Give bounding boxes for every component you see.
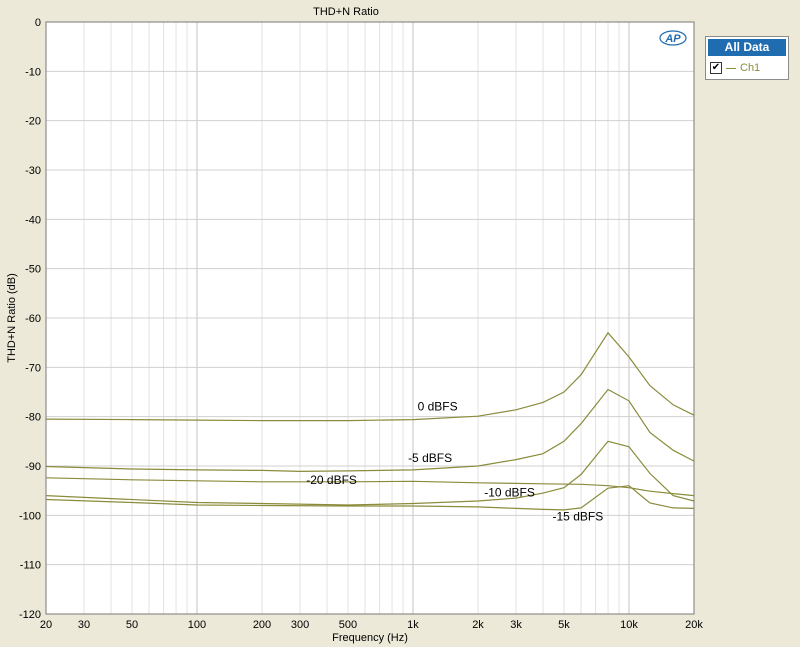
ap-logo-text: AP [664, 33, 681, 45]
y-tick-label: -120 [19, 609, 41, 621]
y-tick-label: -90 [25, 461, 41, 473]
x-tick-label: 10k [620, 619, 638, 631]
y-tick-label: -100 [19, 510, 41, 522]
x-tick-label: 20k [685, 619, 703, 631]
chart-title: THD+N Ratio [313, 6, 379, 18]
ch1-line-swatch [726, 67, 736, 69]
series-annotation: -5 dBFS [408, 451, 452, 465]
ch1-label: Ch1 [740, 62, 761, 74]
x-tick-label: 1k [407, 619, 419, 631]
x-tick-label: 2k [472, 619, 484, 631]
x-axis-label: Frequency (Hz) [332, 632, 408, 644]
y-tick-label: -20 [25, 116, 41, 128]
series-annotation: 0 dBFS [418, 400, 458, 414]
series-annotation: -20 dBFS [306, 473, 357, 487]
x-tick-label: 300 [291, 619, 309, 631]
y-tick-label: -110 [20, 560, 41, 572]
x-tick-label: 5k [558, 619, 570, 631]
y-tick-label: 0 [35, 17, 41, 29]
thd-n-chart: 0 dBFS -5 dBFS -20 dBFS -10 dBFS -15 dBFS 0 -… [6, 6, 703, 644]
y-tick-label: -10 [25, 66, 41, 78]
y-tick-label: -50 [25, 264, 41, 276]
x-tick-label: 500 [339, 619, 357, 631]
ch1-checkbox[interactable]: ✔ [710, 62, 722, 74]
y-tick-label: -70 [25, 362, 41, 374]
series-annotation: -10 dBFS [484, 486, 535, 500]
y-tick-label: -60 [25, 313, 41, 325]
y-axis-label: THD+N Ratio (dB) [6, 273, 18, 363]
x-tick-label: 30 [78, 619, 90, 631]
legend-item-ch1[interactable]: ✔ Ch1 [710, 60, 760, 76]
x-tick-label: 3k [510, 619, 522, 631]
legend-panel: All Data ✔ Ch1 [705, 36, 789, 80]
y-tick-label: -40 [25, 214, 41, 226]
series-annotation: -15 dBFS [553, 509, 604, 523]
x-tick-label: 200 [253, 619, 271, 631]
legend-header[interactable]: All Data [708, 39, 786, 56]
y-tick-label: -30 [25, 165, 41, 177]
x-tick-label: 50 [126, 619, 138, 631]
x-tick-label: 100 [188, 619, 206, 631]
x-tick-label: 20 [40, 619, 52, 631]
y-tick-label: -80 [25, 412, 41, 424]
